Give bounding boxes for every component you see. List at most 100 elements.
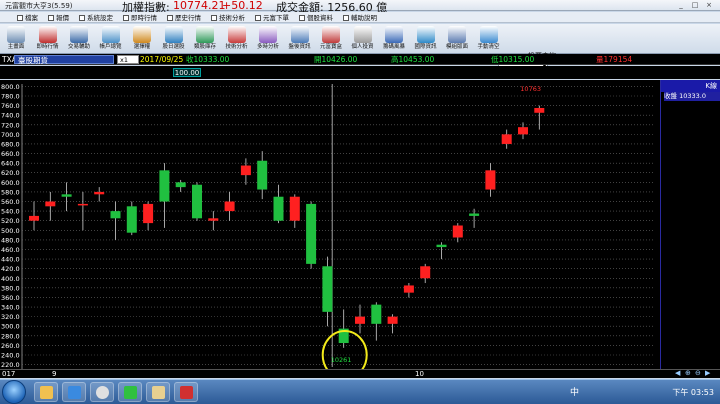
toolbar-button-label: 主畫面 (7, 44, 25, 50)
candle-body (94, 191, 105, 195)
index-change: +50.12 (222, 0, 263, 12)
zoom-out-icon[interactable]: ⊖ (695, 370, 702, 377)
menu-item-file[interactable]: 檔案 (14, 12, 41, 22)
toolbar-button-label: 模組版面 (445, 44, 468, 50)
zoom-controls: ◀ ⊕ ⊖ ▶ (675, 370, 712, 377)
taskbar-app-ie[interactable] (62, 382, 86, 402)
toolbar-button-home[interactable]: 主畫面 (2, 25, 30, 53)
toolbar-button-label: 國際資訊 (414, 44, 437, 50)
toolbar-button-refresh[interactable]: 手動清空 (475, 25, 503, 53)
y-tick-label: 300.0 (1, 323, 20, 331)
candle-body (192, 184, 202, 219)
scroll-left-icon[interactable]: ◀ (675, 370, 682, 377)
y-tick-label: 500.0 (1, 227, 20, 235)
technical-icon (227, 26, 246, 43)
menu-item-settings[interactable]: 系統設定 (76, 12, 116, 22)
stock-pick-icon (164, 26, 183, 43)
sector-icon (196, 26, 214, 43)
candle-body (45, 201, 56, 207)
candle-body (159, 170, 170, 202)
toolbar-button-label: 盤後資訊 (288, 44, 311, 50)
menu-item-stock-info[interactable]: 個股資料 (296, 12, 336, 22)
box-icon (322, 26, 340, 43)
maximize-button[interactable]: □ (690, 1, 700, 9)
quote-high: 高10453.00 (391, 55, 435, 64)
y-tick-label: 800.0 (1, 83, 20, 91)
realtime-icon (38, 26, 57, 43)
y-tick-label: 620.0 (1, 169, 20, 177)
taskbar-app-chrome[interactable] (90, 382, 114, 402)
toolbar-button-account[interactable]: 帳戶總覽 (97, 25, 125, 53)
time-label-year: 017 (2, 370, 16, 378)
taskbar-app-app-red[interactable] (174, 382, 198, 402)
toolbar-button-label: 個人投資 (351, 44, 374, 50)
candle-body (240, 165, 251, 176)
toolbar-button-personal[interactable]: 個人投資 (349, 25, 377, 53)
minimize-button[interactable]: _ (676, 1, 686, 9)
toolbar-button-trade[interactable]: 交易輔助 (65, 25, 93, 53)
candle-body (485, 170, 496, 190)
candle-body (518, 127, 528, 135)
interval-select[interactable]: x1 (117, 55, 139, 64)
toolbar-button-layout[interactable]: 模組版面 (443, 25, 471, 53)
menu-item-history[interactable]: 歷史行情 (164, 12, 204, 22)
scroll-right-icon[interactable]: ▶ (705, 370, 712, 377)
toolbar-button-multi-time[interactable]: 多時分析 (254, 25, 282, 53)
toolbar-button-stock-pick[interactable]: 股日選股 (160, 25, 188, 53)
app-red-icon (179, 386, 193, 399)
sub-toolbar (0, 66, 720, 79)
toolbar-button-box[interactable]: 元富寶盒 (317, 25, 345, 53)
start-button[interactable] (2, 380, 26, 404)
chip-icon (385, 26, 403, 43)
candle-body (436, 244, 447, 248)
quote-low: 低10315.00 (491, 55, 535, 64)
y-tick-label: 220.0 (1, 361, 20, 369)
symbol-dropdown[interactable]: 臺股期貨 (14, 55, 114, 65)
chrome-icon (95, 386, 109, 399)
toolbar-button-technical[interactable]: 技術分析 (223, 25, 251, 53)
toolbar-button-globe[interactable]: 國際資訊 (412, 25, 440, 53)
close-readout: 收盤 10333.0 (664, 92, 720, 101)
app-title: 元富觀市大亨3(5.59) (5, 2, 73, 10)
time-label-oct: 10 (415, 370, 424, 378)
candle-body (208, 218, 219, 221)
y-tick-label: 460.0 (1, 246, 20, 254)
y-tick-label: 340.0 (1, 304, 20, 312)
toolbar-button-chip[interactable]: 籌碼風暴 (380, 25, 408, 53)
toolbar-button-news[interactable]: 盤後資訊 (286, 25, 314, 53)
low-annotation: 10261 (331, 356, 352, 364)
y-tick-label: 780.0 (1, 92, 20, 100)
quote-date: 2017/09/25 (140, 55, 184, 64)
toolbar-button-label: 帳戶總覽 (99, 44, 122, 50)
chart-type-label: K線 (705, 82, 717, 90)
refresh-icon (479, 26, 498, 43)
y-tick-label: 720.0 (1, 121, 20, 129)
quote-open: 開10426.00 (314, 55, 358, 64)
quote-volume: 量179154 (596, 55, 633, 64)
candle-body (322, 266, 333, 312)
candle-body (29, 215, 39, 221)
close-button[interactable]: × (704, 1, 714, 9)
index-value: 10774.21 (173, 0, 226, 12)
menu-item-order[interactable]: 元富下單 (252, 12, 292, 22)
toolbar-button-sector[interactable]: 類股庫存 (191, 25, 219, 53)
y-tick-label: 260.0 (1, 342, 20, 350)
toolbar-button-options[interactable]: 選擇權 (128, 25, 156, 53)
taskbar-app-explorer[interactable] (146, 382, 170, 402)
menu-item-help[interactable]: 輔助說明 (340, 12, 380, 22)
layout-icon (448, 26, 466, 43)
y-tick-label: 440.0 (1, 256, 20, 264)
toolbar: 主畫面 即時行情 交易輔助 帳戶總覽 選擇權 股日選股 類股庫存 技術分析 多時分析 盤後資訊 元富… (0, 24, 720, 72)
toolbar-button-realtime[interactable]: 即時行情 (34, 25, 62, 53)
input-language[interactable]: 中 (570, 385, 579, 398)
menu-item-technical[interactable]: 技術分析 (208, 12, 248, 22)
menu-item-realtime[interactable]: 即時行情 (120, 12, 160, 22)
zoom-in-icon[interactable]: ⊕ (685, 370, 692, 377)
taskbar-app-line[interactable] (118, 382, 142, 402)
candlestick-chart[interactable]: 220.0240.0 260.0 280.0300.0 320.0340.0 360.0… (0, 80, 660, 370)
y-tick-label: 680.0 (1, 140, 20, 148)
menu-item-quote[interactable]: 報價 (45, 12, 72, 22)
toolbar-button-label: 交易輔助 (67, 44, 90, 50)
candle-body (452, 225, 463, 238)
taskbar-app-folder[interactable] (34, 382, 58, 402)
